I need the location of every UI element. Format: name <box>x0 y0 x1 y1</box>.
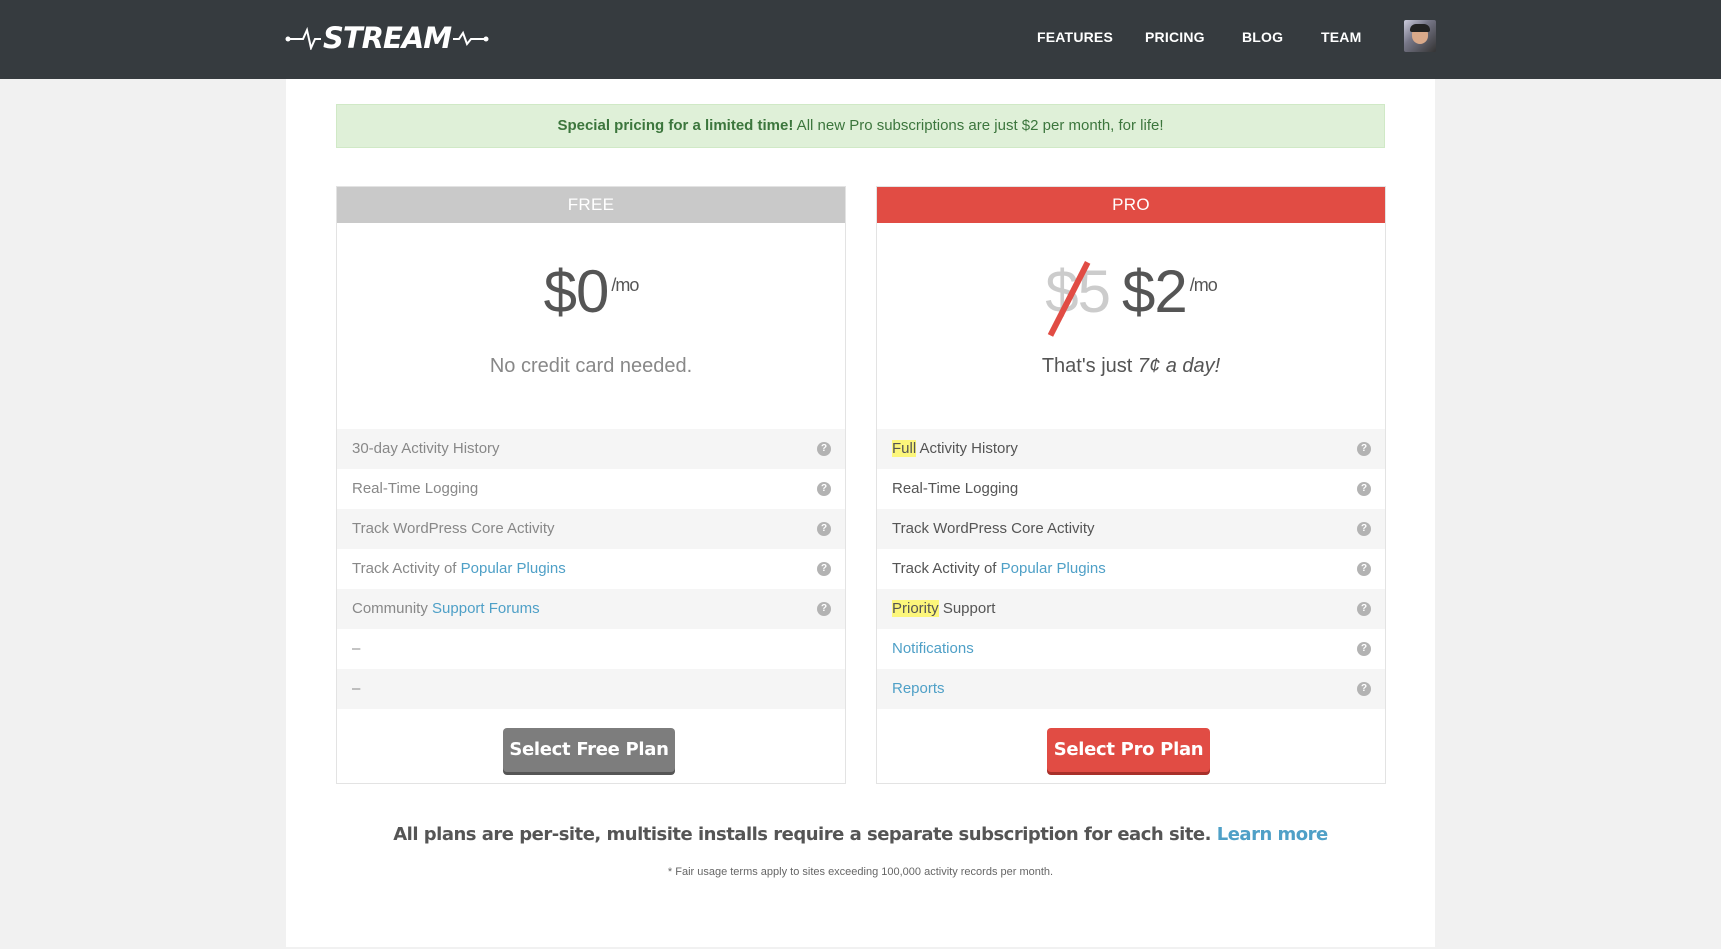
user-avatar[interactable] <box>1404 20 1436 52</box>
feature-row: Track WordPress Core Activity? <box>337 509 845 549</box>
feature-row: Track WordPress Core Activity? <box>877 509 1385 549</box>
fair-usage-note: * Fair usage terms apply to sites exceed… <box>667 866 1054 878</box>
help-icon[interactable]: ? <box>817 442 831 456</box>
feature-row: Community Support Forums? <box>337 589 845 629</box>
feature-row: Track Activity of Popular Plugins? <box>877 549 1385 589</box>
tagline-emphasis: 7¢ a day! <box>1137 355 1221 377</box>
feature-row: Track Activity of Popular Plugins? <box>337 549 845 589</box>
support-forums-link[interactable]: Support Forums <box>432 600 540 617</box>
help-icon[interactable]: ? <box>1357 682 1371 696</box>
per-site-note: All plans are per-site, multisite instal… <box>286 824 1435 845</box>
feature-row: 30-day Activity History? <box>337 429 845 469</box>
feature-label: – <box>352 640 361 657</box>
feature-row: Reports? <box>877 669 1385 709</box>
free-plan-card: FREE $0/mo No credit card needed. 30-day… <box>336 186 846 784</box>
pro-feature-list: Full Activity History? Real-Time Logging… <box>877 429 1385 709</box>
nav-features[interactable]: FEATURES <box>1037 29 1113 45</box>
pricing-panel: Special pricing for a limited time! All … <box>286 79 1435 947</box>
top-navigation-bar: STREAM FEATURES PRICING BLOG TEAM <box>0 0 1721 79</box>
help-icon[interactable]: ? <box>1357 522 1371 536</box>
highlight-text: Priority <box>892 600 939 617</box>
nav-blog[interactable]: BLOG <box>1242 29 1283 45</box>
notice-text: All new Pro subscriptions are just $2 pe… <box>793 117 1164 134</box>
nav-team[interactable]: TEAM <box>1321 29 1361 45</box>
old-price-value: $5 <box>1045 258 1111 325</box>
feature-label: Real-Time Logging <box>352 480 479 497</box>
feature-label: Track WordPress Core Activity <box>892 520 1095 537</box>
free-feature-list: 30-day Activity History? Real-Time Loggi… <box>337 429 845 709</box>
feature-label: Support <box>938 600 996 617</box>
feature-label: Track WordPress Core Activity <box>352 520 555 537</box>
feature-row: – <box>337 669 845 709</box>
help-icon[interactable]: ? <box>817 522 831 536</box>
select-pro-plan-button[interactable]: Select Pro Plan <box>1047 728 1210 772</box>
feature-label: Track Activity of <box>892 560 1001 577</box>
feature-row: Notifications? <box>877 629 1385 669</box>
pro-plan-card: PRO $5 $2/mo That's just 7¢ a day! Full A… <box>876 186 1386 784</box>
help-icon[interactable]: ? <box>1357 642 1371 656</box>
pro-tagline: That's just 7¢ a day! <box>877 355 1385 395</box>
tagline-text: That's just <box>1041 355 1138 377</box>
feature-label: Real-Time Logging <box>892 480 1019 497</box>
help-icon[interactable]: ? <box>817 562 831 576</box>
feature-row: Real-Time Logging? <box>877 469 1385 509</box>
help-icon[interactable]: ? <box>1357 562 1371 576</box>
free-tagline: No credit card needed. <box>489 355 693 377</box>
help-icon[interactable]: ? <box>1357 442 1371 456</box>
feature-label: – <box>352 680 361 697</box>
highlight-text: Full <box>892 440 917 457</box>
pro-price-value: $2 <box>1121 258 1188 325</box>
help-icon[interactable]: ? <box>1357 482 1371 496</box>
feature-label: Track Activity of <box>352 560 461 577</box>
popular-plugins-link[interactable]: Popular Plugins <box>1001 560 1106 577</box>
pro-price: $5 $2/mo <box>877 259 1385 351</box>
free-price-period: /mo <box>611 275 639 295</box>
notice-bold: Special pricing for a limited time! <box>557 117 794 134</box>
notifications-link[interactable]: Notifications <box>892 640 974 657</box>
help-icon[interactable]: ? <box>817 482 831 496</box>
reports-link[interactable]: Reports <box>892 680 945 697</box>
free-plan-title: FREE <box>337 187 845 223</box>
help-icon[interactable]: ? <box>1357 602 1371 616</box>
main-nav: FEATURES PRICING BLOG TEAM <box>0 0 1721 79</box>
special-pricing-notice: Special pricing for a limited time! All … <box>336 104 1385 148</box>
learn-more-link[interactable]: Learn more <box>1217 824 1329 845</box>
feature-label: Activity History <box>916 440 1018 457</box>
free-price: $0/mo <box>337 259 845 351</box>
pro-plan-title: PRO <box>877 187 1385 223</box>
feature-label: Community <box>352 600 433 617</box>
help-icon[interactable]: ? <box>817 602 831 616</box>
pro-price-period: /mo <box>1189 275 1218 295</box>
avatar-cap <box>1410 24 1430 32</box>
pro-old-price: $5 <box>1045 258 1111 337</box>
feature-row: – <box>337 629 845 669</box>
feature-row: Priority Support? <box>877 589 1385 629</box>
nav-pricing[interactable]: PRICING <box>1145 29 1205 45</box>
feature-label: 30-day Activity History <box>352 440 500 457</box>
popular-plugins-link[interactable]: Popular Plugins <box>461 560 566 577</box>
per-site-text: All plans are per-site, multisite instal… <box>393 824 1217 845</box>
feature-row: Full Activity History? <box>877 429 1385 469</box>
free-price-value: $0 <box>543 258 610 325</box>
select-free-plan-button[interactable]: Select Free Plan <box>503 728 675 772</box>
feature-row: Real-Time Logging? <box>337 469 845 509</box>
